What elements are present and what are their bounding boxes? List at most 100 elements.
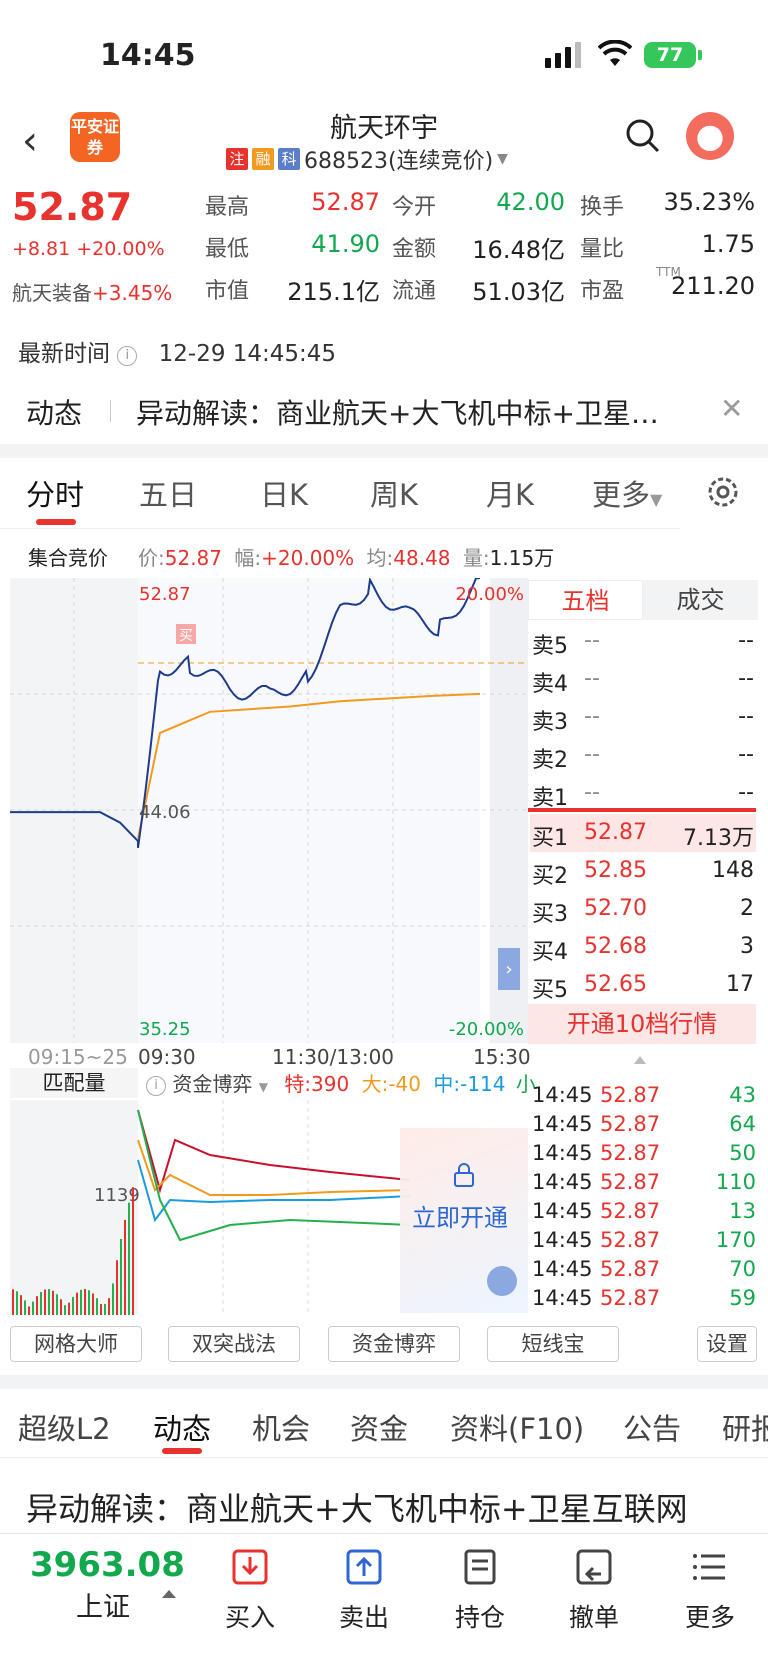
buy-level-row[interactable]: 买5 52.65 17 <box>530 966 756 1004</box>
news-headline[interactable]: 异动解读：商业航天+大飞机中标+卫星互联网 <box>26 1484 688 1530</box>
search-icon[interactable] <box>625 118 661 154</box>
fund-game-bar[interactable]: i 资金博弈 ▼ 特:390 大:-40 中:-114 小 <box>146 1068 536 1097</box>
signal-icon <box>545 42 581 68</box>
short-line-button[interactable]: 短线宝 <box>487 1326 619 1362</box>
tag-star: 科 <box>278 148 300 170</box>
tick-volume: 43 <box>729 1083 756 1107</box>
sell-level-row[interactable]: 卖1 -- -- <box>530 774 756 812</box>
tick-time: 14:45 <box>532 1228 593 1252</box>
buy-level-row[interactable]: 买4 52.68 3 <box>530 928 756 966</box>
fund-game-button[interactable]: 资金博弈 <box>328 1326 460 1362</box>
buy-button[interactable]: 买入 <box>200 1548 300 1634</box>
settings-button[interactable]: 设置 <box>697 1326 757 1362</box>
tab-monthly-k[interactable]: 月K <box>486 472 534 514</box>
sell-button[interactable]: 卖出 <box>314 1548 414 1634</box>
tick-price: 52.87 <box>600 1199 661 1223</box>
tab-research[interactable]: 研报 <box>722 1406 768 1448</box>
grid-master-button[interactable]: 网格大师 <box>10 1326 142 1362</box>
y-high-pct: 20.00% <box>455 584 524 605</box>
fullscreen-icon[interactable] <box>487 1266 517 1296</box>
tick-volume: 170 <box>715 1228 756 1252</box>
chevron-up-icon[interactable] <box>162 1590 176 1598</box>
tab-intraday[interactable]: 分时 <box>26 472 84 514</box>
undo-icon <box>576 1549 612 1585</box>
volume-bar <box>100 1303 102 1315</box>
news-banner[interactable]: 动态 异动解读：商业航天+大飞机中标+卫星… ✕ <box>0 378 768 444</box>
volume-bar <box>132 1187 134 1315</box>
info-icon[interactable]: i <box>146 1076 166 1096</box>
chevron-up-icon[interactable] <box>634 1056 646 1064</box>
sell-level-row[interactable]: 卖4 -- -- <box>530 660 756 698</box>
volume-bar <box>24 1300 26 1315</box>
open-10-level-button[interactable]: 开通10档行情 <box>528 1004 756 1044</box>
sell-level-row[interactable]: 卖3 -- -- <box>530 698 756 736</box>
quote-value: 41.90 <box>311 230 380 258</box>
stock-subtitle[interactable]: 注 融 科 688523(连续竞价) ▼ <box>226 143 508 175</box>
tab-more[interactable]: 更多▼ <box>592 472 662 514</box>
position-label: 持仓 <box>454 1603 505 1632</box>
close-icon[interactable]: ✕ <box>720 392 743 425</box>
sell-level-row[interactable]: 卖5 -- -- <box>530 622 756 660</box>
tab-daily-k[interactable]: 日K <box>260 472 308 514</box>
trade-tick-row: 14:45 52.87 13 <box>532 1199 756 1228</box>
volume-bar <box>108 1298 110 1315</box>
cancel-order-button[interactable]: 撤单 <box>544 1548 644 1634</box>
match-volume-label[interactable]: 匹配量 <box>10 1068 138 1098</box>
auction-avg: 48.48 <box>393 546 451 570</box>
tick-price: 52.87 <box>600 1257 661 1281</box>
buy-level-row[interactable]: 买2 52.85 148 <box>530 852 756 890</box>
tab-f10[interactable]: 资料(F10) <box>450 1406 584 1448</box>
gear-icon[interactable] <box>705 474 741 510</box>
tab-weekly-k[interactable]: 周K <box>370 472 418 514</box>
index-name[interactable]: 上证 <box>76 1585 130 1624</box>
double-break-button[interactable]: 双突战法 <box>168 1326 300 1362</box>
tab-funds[interactable]: 资金 <box>350 1406 408 1448</box>
position-button[interactable]: 持仓 <box>430 1548 530 1634</box>
cancel-order-label: 撤单 <box>568 1603 619 1632</box>
tick-time: 14:45 <box>532 1141 593 1165</box>
sector-change[interactable]: 航天装备+3.45% <box>12 277 172 306</box>
index-value[interactable]: 3963.08 <box>30 1545 185 1585</box>
price-label: 价: <box>138 546 165 570</box>
buy-level-row[interactable]: 买3 52.70 2 <box>530 890 756 928</box>
tick-volume: 13 <box>729 1199 756 1223</box>
buy-marker-text: 买 <box>179 628 193 644</box>
tick-time: 14:45 <box>532 1112 593 1136</box>
tab-trades[interactable]: 成交 <box>643 580 758 620</box>
tab-announcement[interactable]: 公告 <box>623 1406 681 1448</box>
level-volume: -- <box>738 780 754 805</box>
level-name: 卖5 <box>532 634 568 659</box>
tab-5day[interactable]: 五日 <box>139 472 197 514</box>
tick-volume: 59 <box>729 1286 756 1310</box>
volume-bar <box>104 1303 106 1315</box>
volume-bar <box>20 1295 22 1315</box>
tab-five-level[interactable]: 五档 <box>528 580 643 620</box>
tag-register: 注 <box>226 148 248 170</box>
tab-opportunity[interactable]: 机会 <box>252 1406 310 1448</box>
tab-dynamics[interactable]: 动态 <box>153 1406 211 1448</box>
volume-bar <box>68 1302 70 1315</box>
info-icon[interactable]: i <box>117 346 138 366</box>
auction-amp: +20.00% <box>261 546 355 570</box>
tab-super-l2[interactable]: 超级L2 <box>18 1406 111 1448</box>
more-button[interactable]: 更多 <box>660 1548 760 1634</box>
level-price: -- <box>584 628 600 653</box>
level-volume: 7.13万 <box>683 826 754 851</box>
level-price: 52.65 <box>584 972 647 997</box>
intraday-chart[interactable]: 52.87 20.00% 44.06 35.25 -20.00% 买 › <box>10 578 528 1043</box>
sell-level-row[interactable]: 卖2 -- -- <box>530 736 756 774</box>
level-price: 52.87 <box>584 820 647 845</box>
sell-label: 卖出 <box>338 1603 389 1632</box>
avatar[interactable] <box>686 112 734 160</box>
volume-bar <box>48 1289 50 1315</box>
buy-level-row[interactable]: 买1 52.87 7.13万 <box>530 814 756 852</box>
divider <box>110 400 111 422</box>
tick-time: 14:45 <box>532 1199 593 1223</box>
auction-price: 52.87 <box>164 546 223 570</box>
volume-bar <box>60 1299 62 1315</box>
unlock-button[interactable]: 立即开通 <box>412 1198 508 1233</box>
divider <box>0 1533 768 1534</box>
level-name: 卖2 <box>532 748 568 773</box>
x-label-noon: 11:30/13:00 <box>272 1045 395 1069</box>
volume-bar <box>52 1290 54 1315</box>
